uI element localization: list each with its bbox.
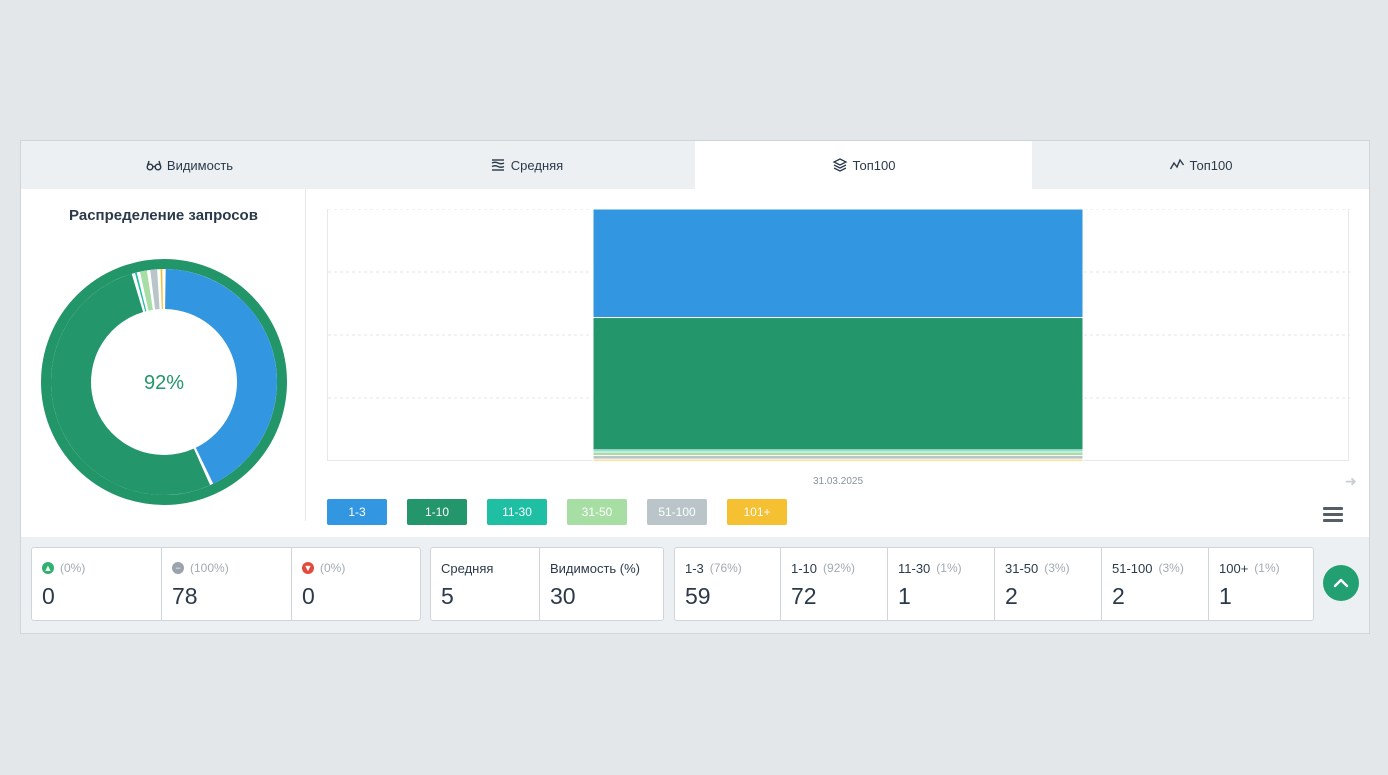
- change-stats-group: ▲ (0%) 0 − (100%) 78 ▼ (0%) 0: [31, 547, 421, 621]
- arrow-up-icon: ▲: [42, 562, 54, 574]
- stat-value: 72: [791, 583, 817, 609]
- bar-segment-31-50[interactable]: [592, 451, 1084, 456]
- stat-pct: (92%): [823, 561, 856, 575]
- stat-label: 31-50: [1005, 560, 1039, 576]
- stat-label: 11-30: [898, 560, 931, 576]
- layers-icon: [832, 158, 848, 172]
- hamburger-menu-icon[interactable]: [1323, 507, 1343, 523]
- tab-visibility[interactable]: Видимость: [21, 141, 358, 189]
- bar-segment-1-3[interactable]: [592, 209, 1084, 319]
- tab-label: Видимость: [166, 157, 234, 173]
- stat-pct: (100%): [190, 561, 229, 575]
- legend-item-11-30[interactable]: 11-30: [487, 499, 547, 525]
- tab-label: Топ100: [852, 157, 896, 173]
- stat-value: 2: [1005, 583, 1018, 609]
- stat-range-31-50: 31-50 (3%) 2: [995, 548, 1102, 620]
- stat-label: 51-100: [1112, 560, 1153, 576]
- stat-value: 0: [302, 583, 315, 609]
- stacked-bar-chart: [327, 209, 1350, 461]
- tab-bar: Видимость Средняя Топ100 Топ100: [21, 141, 1369, 189]
- legend-item-51-100[interactable]: 51-100: [647, 499, 707, 525]
- stat-label: Видимость (%): [550, 560, 641, 576]
- stat-label: 1-10: [791, 560, 818, 576]
- average-stats-group: Средняя 5 Видимость (%) 30: [430, 547, 664, 621]
- legend-item-101-plus[interactable]: 101+: [727, 499, 787, 525]
- stat-value: 59: [685, 583, 711, 609]
- stat-value: 30: [550, 583, 576, 609]
- stat-down: ▼ (0%) 0: [292, 548, 420, 620]
- donut-title: Распределение запросов: [69, 207, 258, 224]
- stat-value: 0: [42, 583, 55, 609]
- tab-label: Средняя: [510, 157, 564, 173]
- donut-slice-101-plus[interactable]: [160, 269, 163, 310]
- donut-slice-31-50[interactable]: [139, 270, 153, 311]
- stats-bar: ▲ (0%) 0 − (100%) 78 ▼ (0%) 0 Средняя 5 Вид…: [21, 537, 1369, 633]
- stat-pct: (1%): [1254, 561, 1280, 575]
- tab-label: Топ100: [1189, 157, 1233, 173]
- stat-pct: (0%): [320, 561, 346, 575]
- stat-pct: (3%): [1158, 561, 1184, 575]
- donut-center-label: 92%: [144, 372, 184, 394]
- stat-pct: (3%): [1044, 561, 1070, 575]
- distribution-donut-chart: 92%: [41, 259, 287, 505]
- stat-range-100-plus: 100+ (1%) 1: [1209, 548, 1313, 620]
- legend-item-1-3[interactable]: 1-3: [327, 499, 387, 525]
- stat-pct: (0%): [60, 561, 86, 575]
- tab-average[interactable]: Средняя: [358, 141, 695, 189]
- stat-value: 2: [1112, 583, 1125, 609]
- lines-icon: [491, 159, 505, 171]
- stat-value: 5: [441, 583, 454, 609]
- stat-label: 100+: [1219, 560, 1249, 576]
- stat-label: Средняя: [441, 560, 494, 576]
- chevron-up-icon: [1333, 578, 1349, 588]
- glasses-icon: [146, 160, 162, 171]
- stat-pct: (1%): [936, 561, 962, 575]
- stat-value: 78: [172, 583, 198, 609]
- stat-range-11-30: 11-30 (1%) 1: [888, 548, 995, 620]
- donut-section: Распределение запросов 92%: [21, 189, 306, 521]
- stat-up: ▲ (0%) 0: [32, 548, 162, 620]
- stat-average: Средняя 5: [431, 548, 540, 620]
- stat-range-1-3: 1-3 (76%) 59: [675, 548, 781, 620]
- legend-item-31-50[interactable]: 31-50: [567, 499, 627, 525]
- range-stats-group: 1-3 (76%) 59 1-10 (92%) 72 11-30 (1%) 1 31-…: [674, 547, 1314, 621]
- stat-range-1-10: 1-10 (92%) 72: [781, 548, 888, 620]
- tab-top100-dynamics[interactable]: Топ100: [1032, 141, 1369, 189]
- chart-legend: 1-3 1-10 11-30 31-50 51-100 101+: [327, 499, 787, 525]
- stat-same: − (100%) 78: [162, 548, 292, 620]
- top100-panel: Видимость Средняя Топ100 Топ100 Распреде…: [20, 140, 1370, 634]
- scroll-top-button[interactable]: [1323, 565, 1359, 601]
- x-axis-label: 31.03.2025: [812, 476, 864, 487]
- arrow-down-icon: ▼: [302, 562, 314, 574]
- stat-value: 1: [1219, 583, 1232, 609]
- legend-item-1-10[interactable]: 1-10: [407, 499, 467, 525]
- arrow-right-icon[interactable]: ➜: [1345, 473, 1357, 490]
- bar-segment-51-100[interactable]: [592, 454, 1084, 460]
- line-chart-icon: [1169, 158, 1184, 170]
- stat-pct: (76%): [709, 561, 742, 575]
- stat-label: 1-3: [685, 560, 704, 576]
- tab-top100-distribution[interactable]: Топ100: [695, 141, 1032, 189]
- stat-range-51-100: 51-100 (3%) 2: [1102, 548, 1209, 620]
- bar-chart-svg: [328, 209, 1350, 461]
- minus-icon: −: [172, 562, 184, 574]
- stat-value: 1: [898, 583, 911, 609]
- bar-segment-1-10[interactable]: [592, 317, 1084, 451]
- stat-visibility: Видимость (%) 30: [540, 548, 663, 620]
- chart-content: Распределение запросов 92% 31.03.2025 ➜ …: [21, 189, 1369, 539]
